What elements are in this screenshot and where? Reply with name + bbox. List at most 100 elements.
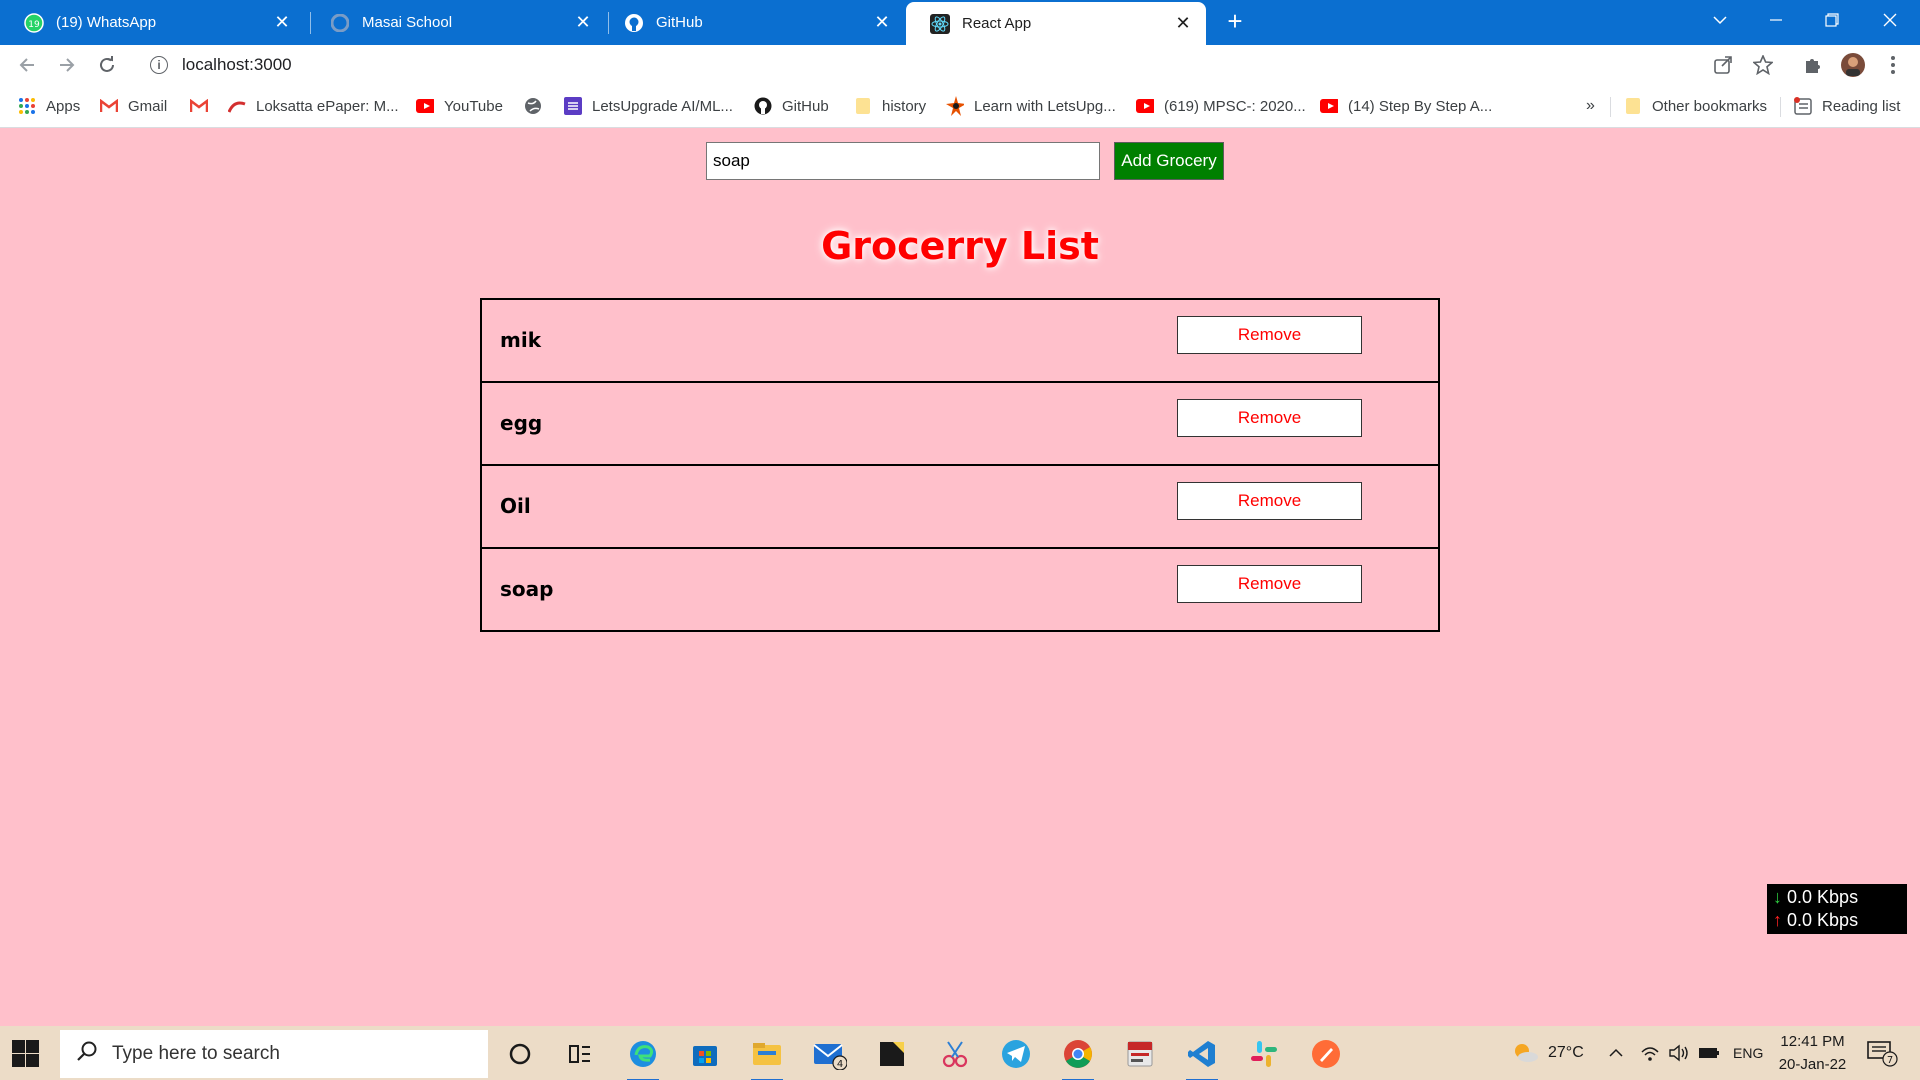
close-icon[interactable]: ✕ [1168, 13, 1198, 34]
whatsapp-icon: 19 [24, 12, 44, 33]
bookmark-step-by-step[interactable]: (14) Step By Step A... [1320, 95, 1492, 117]
url-text: localhost:3000 [182, 55, 292, 74]
bookmark-label: (14) Step By Step A... [1348, 97, 1493, 115]
reading-list-button[interactable]: Reading list [1794, 95, 1900, 117]
microsoft-store-icon[interactable] [685, 1034, 725, 1074]
taskbar-search-box[interactable]: Type here to search [60, 1030, 488, 1078]
bookmark-letsupgrade[interactable]: LetsUpgrade AI/ML... [564, 95, 733, 117]
language-indicator[interactable]: ENG [1733, 1026, 1763, 1080]
youtube-icon [1136, 97, 1154, 115]
windows-taskbar: Type here to search 4 27°C ENG 12:41 PM … [0, 1026, 1920, 1080]
remove-button[interactable]: Remove [1177, 399, 1362, 437]
bookmark-label: Apps [46, 97, 81, 115]
folder-icon [1624, 97, 1642, 115]
bookmark-other-bookmarks[interactable]: Other bookmarks [1624, 95, 1767, 117]
bookmark-github[interactable]: GitHub [754, 95, 829, 117]
clock-time: 12:41 PM [1780, 1033, 1845, 1050]
bookmark-history-folder[interactable]: history [854, 95, 926, 117]
close-icon[interactable]: ✕ [568, 12, 598, 33]
item-name: mik [500, 328, 541, 352]
bookmark-youtube[interactable]: YouTube [416, 95, 503, 117]
bookmark-label: Other bookmarks [1652, 97, 1768, 115]
upload-speed: 0.0 Kbps [1787, 910, 1859, 930]
more-bookmarks-button[interactable]: » [1586, 95, 1595, 117]
close-window-button[interactable] [1862, 0, 1918, 40]
restore-button[interactable] [1804, 0, 1860, 40]
close-icon[interactable]: ✕ [867, 12, 897, 33]
reload-button[interactable] [92, 50, 122, 80]
bookmark-label: Reading list [1822, 97, 1901, 115]
forward-button[interactable] [52, 50, 82, 80]
edge-icon[interactable] [623, 1034, 663, 1080]
bookmark-gmail[interactable]: Gmail [100, 95, 167, 117]
tab-react-app[interactable]: React App ✕ [906, 2, 1206, 45]
browser-tab-bar: 19 (19) WhatsApp ✕ Masai School ✕ GitHub… [0, 0, 1920, 45]
upload-arrow-icon: ↑ [1773, 910, 1782, 930]
weather-icon [1515, 1044, 1538, 1062]
file-explorer-icon[interactable] [747, 1034, 787, 1080]
gmail-icon [100, 97, 118, 115]
bookmark-globe[interactable] [524, 95, 552, 117]
postman-icon[interactable] [1306, 1034, 1346, 1074]
task-view-icon[interactable] [560, 1034, 600, 1074]
notification-center-icon[interactable]: 7 [1866, 1026, 1900, 1080]
new-tab-button[interactable]: + [1220, 6, 1250, 36]
extensions-icon[interactable] [1798, 50, 1828, 80]
list-item: soap Remove [482, 547, 1438, 630]
share-icon[interactable] [1708, 50, 1738, 80]
network-wifi-icon[interactable] [1640, 1026, 1660, 1080]
list-item: Oil Remove [482, 464, 1438, 547]
address-bar[interactable]: i localhost:3000 [138, 49, 1778, 81]
close-icon[interactable]: ✕ [267, 12, 297, 33]
tab-title: GitHub [656, 14, 703, 31]
minimize-button[interactable] [1748, 0, 1804, 40]
taskbar-clock[interactable]: 12:41 PM 20-Jan-22 [1775, 1030, 1850, 1076]
tab-title: (19) WhatsApp [56, 14, 157, 31]
bookmark-loksatta[interactable]: Loksatta ePaper: M... [228, 95, 399, 117]
cortana-icon[interactable] [500, 1034, 540, 1074]
battery-icon[interactable] [1698, 1026, 1720, 1080]
bookmarks-divider [1780, 97, 1781, 117]
remove-button[interactable]: Remove [1177, 482, 1362, 520]
letsupgrade-star-icon [946, 96, 964, 116]
telegram-icon[interactable] [996, 1034, 1036, 1074]
remove-button[interactable]: Remove [1177, 316, 1362, 354]
bookmark-label: Learn with LetsUpg... [974, 97, 1116, 115]
tab-whatsapp[interactable]: 19 (19) WhatsApp ✕ [0, 0, 305, 45]
loksatta-icon [228, 97, 246, 115]
menu-kebab-icon[interactable] [1878, 50, 1908, 80]
back-button[interactable] [12, 50, 42, 80]
bookmark-star-icon[interactable] [1748, 50, 1778, 80]
tab-github[interactable]: GitHub ✕ [600, 0, 905, 45]
bookmark-label: Loksatta ePaper: M... [256, 97, 399, 115]
mail-icon[interactable]: 4 [810, 1034, 850, 1074]
sticky-notes-icon[interactable] [872, 1034, 912, 1074]
profile-avatar[interactable] [1838, 50, 1868, 80]
bookmark-learn-letsupgrade[interactable]: Learn with LetsUpg... [946, 95, 1116, 117]
add-grocery-button[interactable]: Add Grocery [1114, 142, 1224, 180]
windows-start-button[interactable] [10, 1038, 40, 1068]
tab-search-chevron-icon[interactable] [1692, 0, 1748, 40]
bookmark-gmail-2[interactable] [190, 95, 218, 117]
tab-title: Masai School [362, 14, 453, 31]
list-item: egg Remove [482, 381, 1438, 464]
pdf-reader-icon[interactable] [1120, 1034, 1160, 1074]
tab-masai-school[interactable]: Masai School ✕ [306, 0, 606, 45]
search-placeholder: Type here to search [112, 1043, 280, 1064]
bookmark-mpsc[interactable]: (619) MPSC-: 2020... [1136, 95, 1306, 117]
chrome-icon[interactable] [1058, 1034, 1098, 1080]
slack-icon[interactable] [1244, 1034, 1284, 1074]
volume-icon[interactable] [1668, 1026, 1690, 1080]
site-info-icon[interactable]: i [150, 56, 168, 74]
grocery-input[interactable] [706, 142, 1100, 180]
react-icon [930, 13, 950, 34]
bookmark-label: (619) MPSC-: 2020... [1164, 97, 1306, 115]
bookmark-apps[interactable]: Apps [18, 95, 80, 117]
item-name: egg [500, 411, 543, 435]
show-hidden-icons-chevron-icon[interactable] [1608, 1026, 1624, 1080]
remove-button[interactable]: Remove [1177, 565, 1362, 603]
snipping-tool-icon[interactable] [935, 1034, 975, 1074]
youtube-icon [1320, 97, 1338, 115]
vscode-icon[interactable] [1182, 1034, 1222, 1080]
weather-widget[interactable]: 27°C [1510, 1026, 1584, 1080]
